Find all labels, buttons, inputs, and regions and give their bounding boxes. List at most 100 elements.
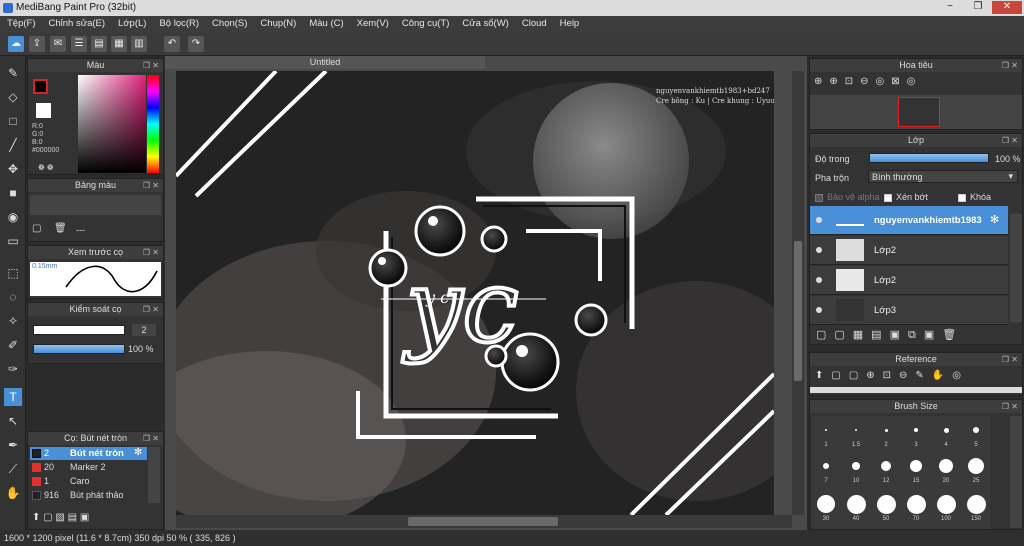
brush-size-dot[interactable] <box>876 494 896 514</box>
undo-icon[interactable]: ↶ <box>164 36 180 52</box>
brush-size-dot[interactable] <box>825 429 827 431</box>
select-pen-icon[interactable]: ✐ <box>4 336 22 354</box>
brush-size-dot[interactable] <box>966 494 986 514</box>
brush-size-slider[interactable] <box>33 325 125 335</box>
list-icon[interactable]: ▥ <box>131 36 147 52</box>
layer-item[interactable]: Lớp2 <box>810 266 1008 295</box>
brush-size-dot[interactable] <box>906 494 926 514</box>
delete-swatch-icon[interactable]: 🗑 <box>54 223 67 234</box>
vertical-scrollbar[interactable] <box>792 71 804 515</box>
brush-size-dot[interactable] <box>968 458 984 474</box>
layers-scrollbar[interactable] <box>1010 214 1022 322</box>
zoom-in-icon[interactable]: ⊕⊕⊡⊖◎⊠◎ <box>814 76 922 87</box>
eye-icon[interactable] <box>816 307 822 313</box>
document-icon[interactable]: ▤ <box>91 36 107 52</box>
redo-icon[interactable]: ↷ <box>188 36 204 52</box>
brush-size-value[interactable]: 2 <box>132 324 156 336</box>
menu-layer[interactable]: Lớp(L) <box>111 16 152 29</box>
panel-float-icon[interactable]: ❐ ✕ <box>143 179 159 192</box>
layer-item[interactable]: nguyenvankhiemtb1983 ✻ <box>810 206 1008 235</box>
panel-float-icon[interactable]: ❐ ✕ <box>1002 134 1018 147</box>
brush-item[interactable]: 916 Bút phát thảo <box>30 489 147 502</box>
brush-size-scrollbar[interactable] <box>1010 416 1022 528</box>
upload-icon[interactable]: ⇪ <box>29 36 45 52</box>
horizontal-scrollbar[interactable] <box>176 515 792 528</box>
menu-select[interactable]: Chọn(S) <box>205 16 253 29</box>
chat-icon[interactable]: ☰ <box>71 36 87 52</box>
brush-size-dot[interactable] <box>884 428 888 432</box>
cloud-icon[interactable]: ☁ <box>8 36 24 52</box>
menu-color[interactable]: Màu (C) <box>302 16 349 29</box>
foreground-color[interactable] <box>33 79 48 94</box>
brush-list-scrollbar[interactable] <box>148 447 160 503</box>
new-swatch-icon[interactable]: ▢ <box>32 223 41 234</box>
panel-float-icon[interactable]: ❐ ✕ <box>143 59 159 72</box>
lock-checkbox[interactable]: Khóa <box>958 192 991 202</box>
eye-icon[interactable] <box>816 217 822 223</box>
menu-tools[interactable]: Công cụ(T) <box>395 16 456 29</box>
menu-filter[interactable]: Bộ lọc(R) <box>152 16 205 29</box>
brush-item[interactable]: 1 Caro <box>30 475 147 488</box>
palette-icon[interactable]: ❁ ❁ <box>38 163 54 172</box>
maximize-button[interactable]: ❐ <box>964 1 992 14</box>
brush-item[interactable]: 2 Bút nét tròn ✻ <box>30 447 147 460</box>
rectangle-tool-icon[interactable]: □ <box>4 112 22 130</box>
protect-alpha-checkbox[interactable]: Bảo vệ alpha <box>815 192 880 202</box>
navigator-viewport[interactable] <box>898 97 940 127</box>
gradient-tool-icon[interactable]: ▭ <box>4 232 22 250</box>
menu-cloud[interactable]: Cloud <box>515 16 553 29</box>
fill-rect-tool-icon[interactable]: ■ <box>4 184 22 202</box>
brush-size-dot[interactable] <box>817 495 835 513</box>
move-tool-icon[interactable]: ✥ <box>4 160 22 178</box>
canvas[interactable]: yc y c nguyenvankhiemtb1983+bd247 Cre bô… <box>176 71 774 515</box>
text-tool-icon[interactable]: T <box>4 388 22 406</box>
eye-icon[interactable] <box>816 247 822 253</box>
brush-settings-icon[interactable]: ✻ <box>134 447 142 458</box>
comment-icon[interactable]: ✉ <box>50 36 66 52</box>
brush-tool-icon[interactable]: ✎ <box>4 64 22 82</box>
brush-size-dot[interactable] <box>823 463 829 469</box>
brush-size-grid[interactable]: 1 1.5 2 3 4 5 7 10 12 15 20 25 30 40 50 70 100 150 <box>812 416 990 529</box>
background-color[interactable] <box>36 103 51 118</box>
bucket-tool-icon[interactable]: ◉ <box>4 208 22 226</box>
brush-size-dot[interactable] <box>936 494 956 514</box>
layer-item[interactable]: Lớp2 <box>810 236 1008 265</box>
document-tab[interactable]: Untitled <box>165 56 485 69</box>
brush-item[interactable]: 20 Marker 2 <box>30 461 147 474</box>
panel-float-icon[interactable]: ❐ ✕ <box>1002 353 1018 366</box>
panel-float-icon[interactable]: ❐ ✕ <box>143 246 159 259</box>
menu-help[interactable]: Help <box>553 16 586 29</box>
eye-icon[interactable] <box>816 277 822 283</box>
panel-float-icon[interactable]: ❐ ✕ <box>143 303 159 316</box>
brush-size-dot[interactable] <box>881 461 891 471</box>
menu-window[interactable]: Cửa sổ(W) <box>455 16 514 29</box>
add-brush-icon[interactable]: ⬆ ▢ ▧ ▤ ▣ <box>32 512 89 523</box>
dropper-tool-icon[interactable]: ⟋ <box>4 460 22 478</box>
layer-opacity-slider[interactable] <box>869 153 989 163</box>
brush-size-dot[interactable] <box>910 460 922 472</box>
brush-size-dot[interactable] <box>973 427 979 433</box>
layer-item[interactable]: Lớp3 <box>810 296 1008 325</box>
select-rect-icon[interactable]: ⬚ <box>4 264 22 282</box>
brush-size-dot[interactable] <box>939 459 953 473</box>
panel-float-icon[interactable]: ❐ ✕ <box>1002 400 1018 413</box>
menu-file[interactable]: Tệp(F) <box>0 16 42 29</box>
layer-settings-icon[interactable]: ✻ <box>990 213 999 226</box>
grid-icon[interactable]: ▦ <box>111 36 127 52</box>
eyedropper-tool-icon[interactable]: ✒ <box>4 436 22 454</box>
hue-slider[interactable] <box>147 75 159 173</box>
reference-tools-icon[interactable]: ⬆▢▢⊕⊡⊖✎✋◎ <box>815 370 969 381</box>
navigator-preview[interactable] <box>810 95 1022 129</box>
clipping-checkbox[interactable]: Xén bớt <box>884 192 928 202</box>
close-button[interactable]: ✕ <box>992 1 1022 14</box>
saturation-field[interactable] <box>78 75 146 173</box>
brush-size-dot[interactable] <box>852 462 860 470</box>
new-layer-icon[interactable]: ▢▢▦▤▣⧉▣🗑 <box>816 328 964 342</box>
menu-edit[interactable]: Chỉnh sửa(E) <box>42 16 112 29</box>
operation-tool-icon[interactable]: ↖ <box>4 412 22 430</box>
brush-size-dot[interactable] <box>914 428 918 432</box>
eraser-tool-icon[interactable]: ◇ <box>4 88 22 106</box>
select-eraser-icon[interactable]: ✑ <box>4 360 22 378</box>
lasso-tool-icon[interactable]: ◌ <box>4 288 22 306</box>
brush-size-dot[interactable] <box>846 494 866 514</box>
